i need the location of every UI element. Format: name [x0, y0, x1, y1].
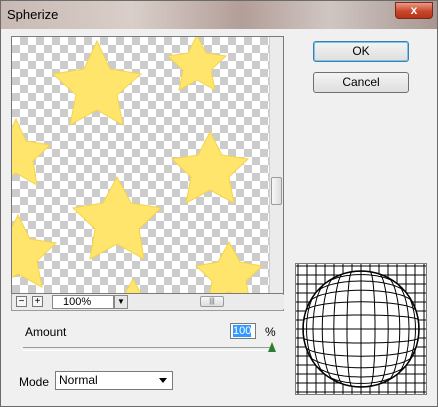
spherize-grid-preview — [295, 263, 427, 395]
star-pattern — [12, 37, 264, 293]
mode-selected-value: Normal — [59, 373, 98, 387]
star-shape — [170, 130, 250, 204]
amount-unit: % — [265, 325, 276, 339]
star-shape — [166, 37, 228, 91]
mode-select[interactable]: Normal — [55, 371, 173, 390]
zoom-level-field[interactable]: 100% — [52, 295, 114, 309]
grid-lines — [296, 264, 426, 394]
star-shape — [124, 277, 142, 293]
window-title: Spherize — [7, 7, 59, 22]
preview-vertical-scrollbar[interactable] — [269, 37, 283, 293]
amount-label: Amount — [25, 325, 67, 339]
star-shape — [71, 175, 163, 260]
preview-horizontal-scrollbar[interactable]: ||| — [130, 295, 284, 309]
amount-input[interactable]: 100 — [230, 323, 256, 339]
preview-zoom-bar: − + 100% ▼ ||| — [11, 294, 284, 311]
zoom-in-button[interactable]: + — [32, 296, 43, 307]
chevron-down-icon — [159, 378, 167, 383]
zoom-out-button[interactable]: − — [16, 296, 27, 307]
mode-label: Mode — [19, 375, 50, 389]
star-shape — [51, 39, 143, 126]
star-shape — [12, 117, 52, 186]
cancel-button[interactable]: Cancel — [313, 72, 409, 93]
amount-value: 100 — [233, 325, 252, 337]
ok-button[interactable]: OK — [313, 41, 409, 62]
horizontal-scroll-thumb[interactable]: ||| — [200, 296, 224, 307]
vertical-scroll-thumb[interactable] — [271, 177, 282, 205]
distorted-grid — [296, 264, 426, 394]
spherize-dialog: Spherize x − + 100% ▼ ||| OK Cancel Amou… — [0, 0, 438, 407]
star-shape — [12, 213, 58, 288]
star-shape — [194, 240, 264, 293]
amount-slider-track[interactable] — [23, 347, 273, 351]
preview-pane[interactable] — [11, 36, 284, 294]
close-button[interactable]: x — [395, 2, 433, 19]
title-bar[interactable]: Spherize x — [1, 1, 437, 29]
zoom-dropdown-button[interactable]: ▼ — [114, 295, 128, 309]
amount-slider-thumb[interactable] — [268, 342, 276, 352]
